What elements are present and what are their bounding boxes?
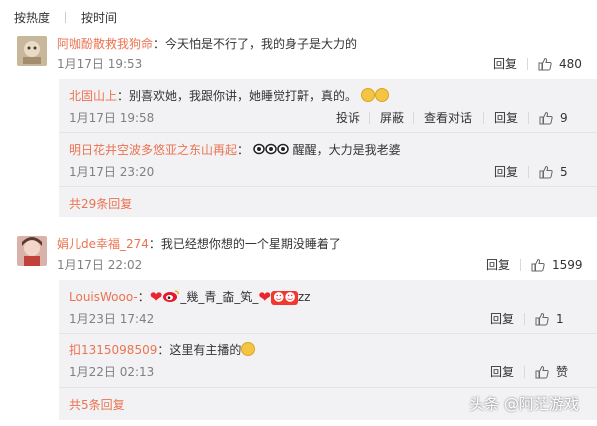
avatar[interactable] (17, 236, 47, 266)
heart-icon: ❤ (149, 288, 163, 306)
like-button[interactable]: 9 (539, 110, 568, 126)
reply-text: ：别喜欢她，我跟你讲，她睡觉打鼾，真的。 (117, 89, 358, 103)
doge-emoji-icon (360, 88, 375, 102)
eyes-emoji-icon (253, 143, 289, 155)
reply-username[interactable]: 北固山上 (69, 89, 117, 103)
action-divider (413, 112, 414, 124)
thumbs-up-icon (539, 165, 553, 179)
reply-button[interactable]: 回复 (486, 257, 510, 273)
action-divider (524, 313, 525, 325)
comment-username[interactable]: 娟儿de幸福_274 (57, 237, 149, 251)
comment-body: 阿咖酚散救我狗命：今天怕是不行了，我的身子是大力的 (57, 36, 357, 52)
like-button[interactable]: 1 (535, 311, 564, 327)
reply-button[interactable]: 回复 (493, 56, 517, 72)
like-count: 9 (560, 111, 568, 125)
action-divider (528, 112, 529, 124)
reply-username[interactable]: 扣1315098509 (69, 343, 157, 357)
action-divider (527, 58, 528, 70)
like-count: 1 (556, 312, 564, 326)
reply-body: 明日花井空波多悠亚之东山再起： 醒醒，大力是我老婆 (69, 142, 401, 158)
replies-panel: 北固山上：别喜欢她，我跟你讲，她睡觉打鼾，真的。 1月17日 19:58 投诉 … (59, 79, 597, 217)
block-button[interactable]: 屏蔽 (380, 110, 404, 126)
weibo-logo-icon (163, 290, 180, 302)
reply-body: 扣1315098509：这里有主播的 (69, 342, 256, 358)
reply-time: 1月17日 23:20 (69, 165, 155, 179)
like-button[interactable]: 赞 (535, 364, 568, 380)
watermark: 头条 @阿茫游戏 (469, 395, 579, 413)
reply-time: 1月23日 17:42 (69, 312, 155, 326)
reply-divider (59, 387, 597, 388)
reply-time: 1月22日 02:13 (69, 365, 155, 379)
action-divider (483, 112, 484, 124)
doge-emoji-icon (374, 88, 389, 102)
reply-text: ：这里有主播的 (157, 343, 242, 357)
comment-text: ：今天怕是不行了，我的身子是大力的 (153, 37, 358, 51)
comment-username[interactable]: 阿咖酚散救我狗命 (57, 37, 153, 51)
action-divider (524, 366, 525, 378)
reply-time: 1月17日 19:58 (69, 111, 155, 125)
red-stamp-emoji-icon: ☻☻ (270, 291, 298, 305)
comment-time: 1月17日 19:53 (57, 57, 143, 71)
like-button[interactable]: 480 (538, 56, 582, 72)
comment-text: ：我已经想你想的一个星期没睡着了 (148, 237, 341, 251)
like-count: 5 (560, 165, 568, 179)
view-conversation-button[interactable]: 查看对话 (424, 110, 472, 126)
thumbs-up-icon (539, 111, 553, 125)
reply-text: 醒醒，大力是我老婆 (288, 143, 401, 157)
reply-divider (59, 132, 597, 133)
reply-text-suffix: zz (297, 290, 311, 304)
avatar[interactable] (17, 36, 47, 66)
reply-text: _幾_青_楍_笂_ (180, 290, 259, 304)
more-replies-link[interactable]: 共5条回复 (69, 397, 125, 413)
reply-text-prefix: ： (237, 143, 250, 157)
like-button[interactable]: 5 (539, 164, 568, 180)
reply-button[interactable]: 回复 (490, 364, 514, 380)
reply-button[interactable]: 回复 (494, 110, 518, 126)
thumbs-up-icon (535, 365, 549, 379)
sort-tabs: 按热度 按时间 (14, 9, 117, 25)
reply-body: LouisWooo-：❤ _幾_青_楍_笂_❤ ☻☻ zz (69, 289, 310, 305)
reply-button[interactable]: 回复 (494, 164, 518, 180)
sort-by-time-tab[interactable]: 按时间 (81, 9, 117, 26)
reply-divider (59, 333, 597, 334)
reply-body: 北固山上：别喜欢她，我跟你讲，她睡觉打鼾，真的。 (69, 88, 389, 104)
action-divider (369, 112, 370, 124)
action-divider (528, 166, 529, 178)
smile-emoji-icon (241, 342, 256, 356)
more-replies-link[interactable]: 共29条回复 (69, 196, 132, 212)
reply-text-prefix: ： (137, 290, 150, 304)
like-button[interactable]: 1599 (531, 257, 583, 273)
thumbs-up-icon (535, 312, 549, 326)
report-button[interactable]: 投诉 (336, 110, 360, 126)
reply-button[interactable]: 回复 (490, 311, 514, 327)
like-count: 赞 (556, 365, 569, 379)
action-divider (520, 259, 521, 271)
reply-username[interactable]: 明日花井空波多悠亚之东山再起 (69, 143, 237, 157)
reply-divider (59, 186, 597, 187)
comment-time: 1月17日 22:02 (57, 258, 143, 272)
heart-icon: ❤ (258, 288, 271, 306)
sort-divider (65, 11, 67, 23)
reply-username[interactable]: LouisWooo- (69, 290, 138, 304)
sort-by-hot-tab[interactable]: 按热度 (14, 9, 50, 26)
thumbs-up-icon (538, 57, 552, 71)
like-count: 1599 (552, 258, 583, 272)
like-count: 480 (559, 57, 582, 71)
comment-body: 娟儿de幸福_274：我已经想你想的一个星期没睡着了 (57, 236, 341, 252)
thumbs-up-icon (531, 258, 545, 272)
